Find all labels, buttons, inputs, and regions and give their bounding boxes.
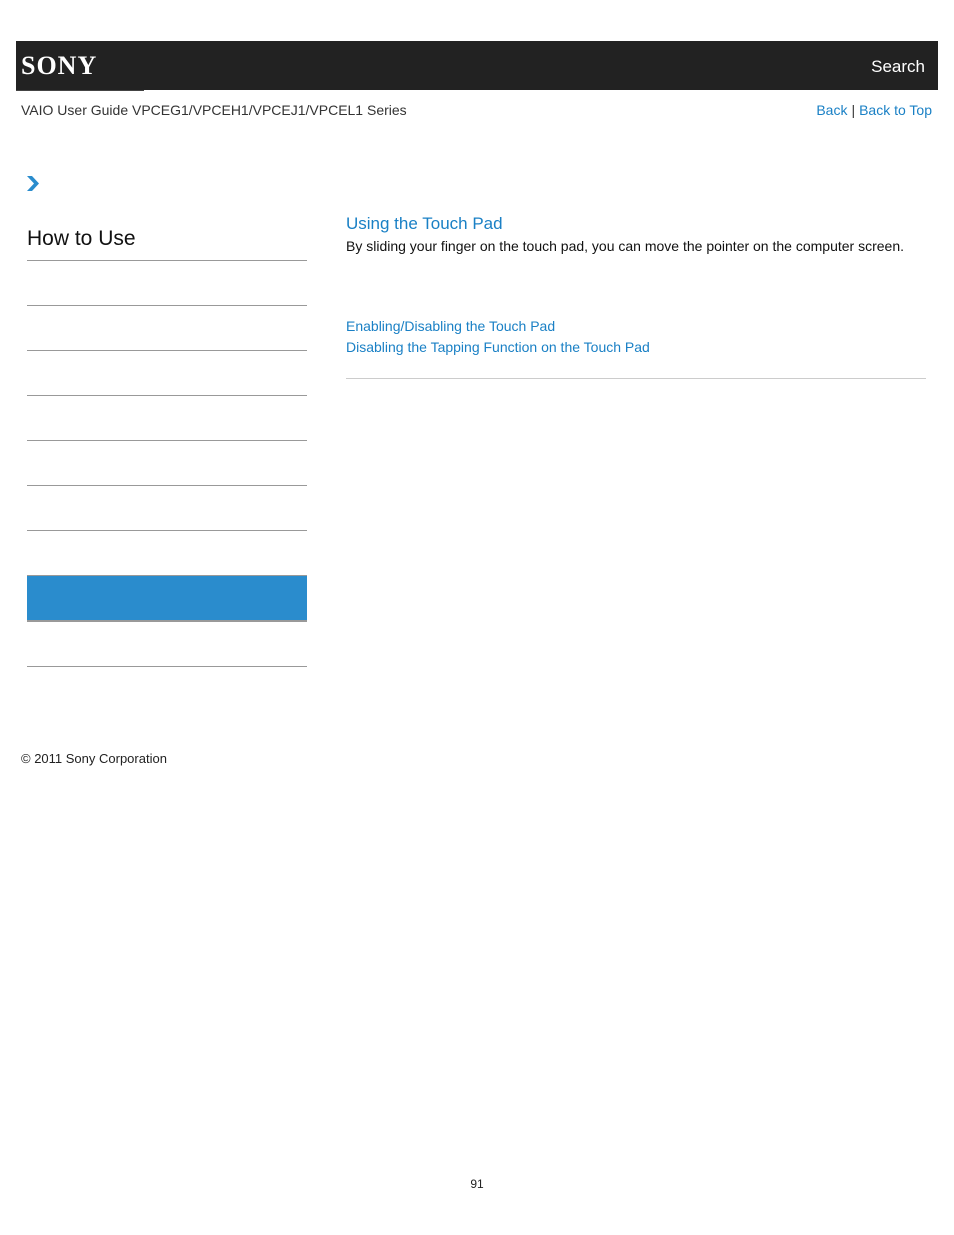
main-content: Using the Touch Pad By sliding your fing…: [346, 214, 926, 387]
sidebar: How to Use: [27, 227, 307, 667]
sidebar-item[interactable]: [27, 396, 307, 441]
sidebar-item[interactable]: [27, 261, 307, 306]
topic-title-link[interactable]: Using the Touch Pad: [346, 214, 926, 234]
sidebar-item[interactable]: [27, 306, 307, 351]
sony-logo[interactable]: SONY: [16, 41, 144, 91]
topic-description: By sliding your finger on the touch pad,…: [346, 238, 904, 254]
sidebar-item[interactable]: [27, 531, 307, 576]
sidebar-menu: [27, 261, 307, 667]
sidebar-item[interactable]: [27, 622, 307, 667]
related-links: Enabling/Disabling the Touch Pad Disabli…: [346, 316, 926, 358]
content-divider: [346, 378, 926, 379]
search-button[interactable]: Search: [871, 57, 925, 77]
nav-separator: |: [851, 102, 856, 118]
back-link[interactable]: Back: [816, 102, 847, 118]
logo-text: SONY: [21, 51, 98, 80]
page-number: 91: [470, 1177, 484, 1191]
chevron-right-icon[interactable]: [26, 175, 40, 192]
guide-title: VAIO User Guide VPCEG1/VPCEH1/VPCEJ1/VPC…: [21, 102, 407, 118]
nav-links: Back | Back to Top: [816, 102, 932, 118]
back-to-top-link[interactable]: Back to Top: [859, 102, 932, 118]
copyright: © 2011 Sony Corporation: [21, 751, 167, 766]
sidebar-item[interactable]: [27, 351, 307, 396]
sidebar-title: How to Use: [27, 227, 307, 261]
sidebar-item[interactable]: [27, 441, 307, 486]
related-link-disabling-tapping[interactable]: Disabling the Tapping Function on the To…: [346, 337, 926, 358]
sidebar-item[interactable]: [27, 486, 307, 531]
sidebar-item-active[interactable]: [27, 576, 307, 622]
related-link-enabling-disabling[interactable]: Enabling/Disabling the Touch Pad: [346, 316, 926, 337]
header-bar: SONY Search: [16, 41, 938, 91]
